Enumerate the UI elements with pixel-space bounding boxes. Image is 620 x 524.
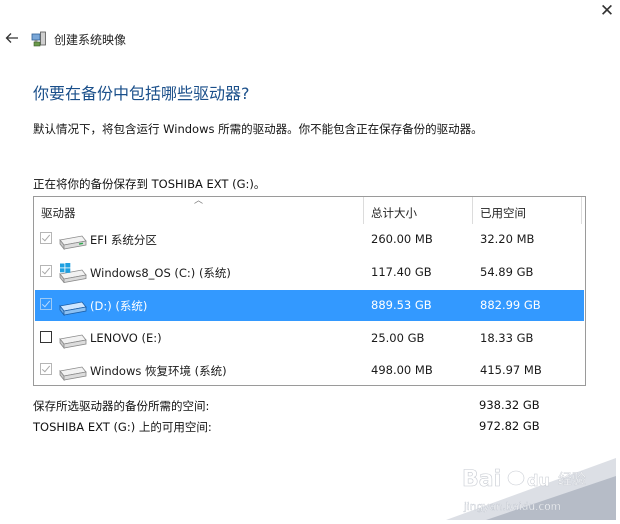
close-button[interactable]: ✕ [594, 0, 620, 22]
drive-used-space: 18.33 GB [480, 331, 534, 345]
drive-used-space: 54.89 GB [480, 265, 534, 279]
paw-icon [506, 462, 529, 486]
required-space-value: 938.32 GB [479, 398, 540, 412]
drive-checkbox[interactable] [40, 232, 52, 244]
backup-destination-text: 正在将你的备份保存到 TOSHIBA EXT (G:)。 [33, 177, 266, 191]
drive-name: Windows 恢复环境 (系统) [90, 364, 227, 378]
drive-name: LENOVO (E:) [90, 331, 162, 345]
system-image-icon [31, 31, 46, 47]
watermark-sub: 经验 [558, 472, 586, 488]
table-row[interactable]: EFI 系统分区 260.00 MB 32.20 MB [35, 224, 584, 255]
table-row[interactable]: Windows8_OS (C:) (系统) 117.40 GB 54.89 GB [35, 257, 584, 288]
column-header-used-space[interactable]: 已用空间 [480, 205, 526, 221]
page-heading: 你要在备份中包括哪些驱动器? [33, 84, 250, 103]
available-space-label: TOSHIBA EXT (G:) 上的可用空间: [33, 420, 212, 434]
drive-name: (D:) (系统) [90, 299, 148, 313]
drive-name: Windows8_OS (C:) (系统) [90, 266, 231, 280]
table-row[interactable]: (D:) (系统) 889.53 GB 882.99 GB [35, 290, 584, 321]
drive-list: ︿ 驱动器 总计大小 已用空间 EFI 系统分区 260.00 MB 32.20… [33, 196, 586, 386]
drive-used-space: 32.20 MB [480, 232, 535, 246]
drive-total-size: 25.00 GB [371, 331, 425, 345]
watermark-brand-suffix: du [527, 471, 550, 490]
required-space-label: 保存所选驱动器的备份所需的空间: [33, 399, 210, 413]
table-row[interactable]: LENOVO (E:) 25.00 GB 18.33 GB [35, 323, 584, 354]
sort-ascending-icon[interactable]: ︿ [194, 193, 203, 206]
drive-used-space: 415.97 MB [480, 363, 542, 377]
available-space-value: 972.82 GB [479, 419, 540, 433]
drive-icon [59, 235, 87, 250]
column-header-drive[interactable]: 驱动器 [41, 205, 76, 221]
drive-checkbox[interactable] [40, 298, 52, 310]
drive-checkbox[interactable] [40, 331, 52, 343]
window-title: 创建系统映像 [54, 33, 127, 47]
drive-name: EFI 系统分区 [90, 233, 157, 247]
drive-icon [59, 334, 87, 349]
back-arrow-icon[interactable] [4, 30, 20, 46]
drive-icon [59, 301, 87, 316]
windows-drive-icon [59, 263, 87, 283]
page-description: 默认情况下，将包含运行 Windows 所需的驱动器。你不能包含正在保存备份的驱… [33, 122, 483, 136]
drive-total-size: 889.53 GB [371, 298, 432, 312]
drive-icon [59, 366, 87, 381]
column-divider[interactable] [363, 197, 364, 224]
column-divider[interactable] [472, 197, 473, 224]
watermark-brand: Bai [462, 467, 501, 492]
drive-checkbox[interactable] [40, 265, 52, 277]
drive-total-size: 117.40 GB [371, 265, 432, 279]
drive-checkbox[interactable] [40, 363, 52, 375]
watermark-url: jingyan.baidu.com [463, 501, 561, 513]
drive-total-size: 260.00 MB [371, 232, 433, 246]
table-row[interactable]: Windows 恢复环境 (系统) 498.00 MB 415.97 MB [35, 355, 584, 386]
column-header-total-size[interactable]: 总计大小 [371, 205, 417, 221]
column-divider[interactable] [581, 197, 582, 224]
baidu-watermark-logo: Bai du 经验 jingyan.baidu.com [446, 458, 616, 520]
drive-used-space: 882.99 GB [480, 298, 541, 312]
drive-total-size: 498.00 MB [371, 363, 433, 377]
